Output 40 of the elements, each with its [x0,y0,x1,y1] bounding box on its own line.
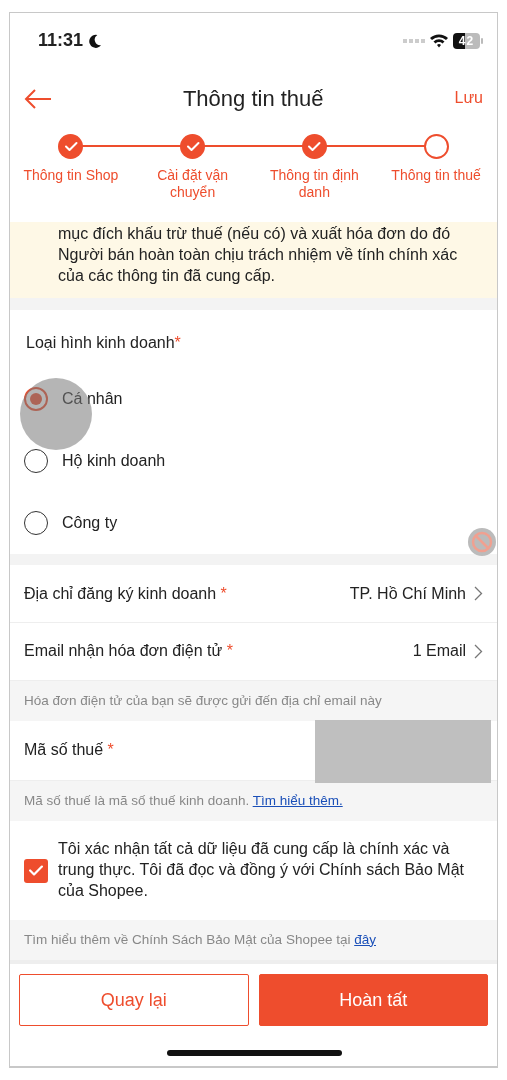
field-label: Địa chỉ đăng ký kinh doanh [24,584,217,602]
finish-button[interactable]: Hoàn tất [258,974,488,1027]
field-value[interactable]: TP. Hồ Chí Minh [349,581,466,606]
required-mark: * [226,642,233,660]
hint-text: Mã số thuế là mã số thuế kinh doanh. Tìm hiểu thêm. [10,781,497,822]
consent-text: Tôi xác nhận tất cả dữ liệu đã cung cấp là chính xác và trung thực. Tôi đã đọc và đồng ý với Chính sách Bảo Mật của Shopee. [58,839,465,901]
page-title: Thông tin thuế [182,84,324,113]
step-label: Cài đặt vận chuyển [156,166,230,201]
required-mark: * [174,332,181,353]
moon-icon [87,34,103,50]
radio-label: Cá nhân [62,388,123,409]
checkmark-icon [29,865,43,877]
policy-note: Tìm hiểu thêm về Chính Sách Bảo Mật của Shopee tại đây [10,919,497,961]
notice-text: mục đích khấu trừ thuế (nếu có) và xuất hóa đơn do đó Người bán hoàn toàn chịu trách nhiệm về tính chính xác của các thông tin đã cung cấp. [58,224,459,286]
required-mark: * [220,584,227,602]
radio-button[interactable] [24,386,48,411]
back-button[interactable] [24,86,52,111]
radio-label: Hộ kinh doanh [62,450,166,471]
policy-link[interactable]: đây [354,931,376,947]
checkbox[interactable] [24,858,48,883]
chevron-right-icon[interactable] [474,586,483,602]
wifi-icon [429,33,449,49]
step-label: Thông tin Shop [22,166,120,184]
radio-label: Công ty [62,512,118,533]
save-button[interactable]: Lưu [454,86,483,111]
learn-more-link[interactable]: Tìm hiểu thêm. [252,793,343,809]
required-mark: * [107,741,114,759]
step-label: Thông tin định danh [269,166,360,201]
signal-icon [403,37,425,44]
step-label: Thông tin thuế [390,166,482,184]
no-entry-icon [467,527,497,557]
field-value[interactable]: 1 Email [412,639,466,664]
field-label: Loại hình kinh doanh [26,332,175,353]
status-time: 11:31 [38,29,84,53]
chevron-right-icon[interactable] [474,643,483,659]
field-label: Email nhận hóa đơn điện tử [24,642,223,660]
back-arrow-icon [24,88,52,110]
hint-text: Hóa đơn điện tử của bạn sẽ được gửi đến địa chỉ email này [10,680,497,721]
back-button[interactable]: Quay lại [19,974,249,1027]
field-label: Mã số thuế [24,741,104,759]
